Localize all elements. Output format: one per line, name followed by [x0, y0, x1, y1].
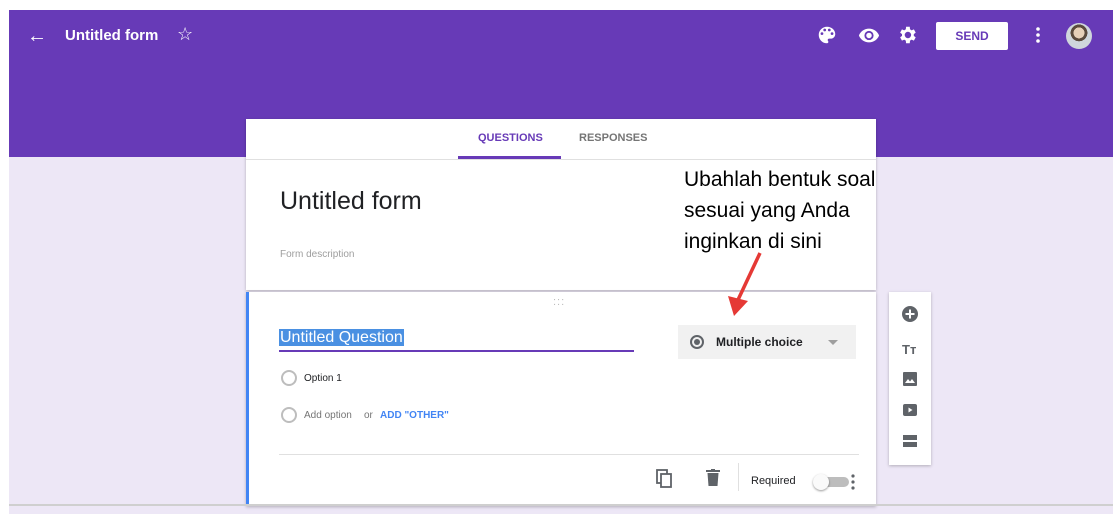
app-title: Untitled form [65, 27, 159, 44]
gear-icon[interactable] [896, 24, 918, 46]
active-card-accent [246, 292, 249, 506]
active-tab-indicator [458, 156, 561, 159]
send-button[interactable]: SEND [936, 22, 1008, 50]
palette-icon[interactable] [816, 24, 838, 46]
footer-separator [738, 463, 739, 491]
tab-bar: QUESTIONS RESPONSES [246, 119, 876, 160]
question-card: ::: Untitled Question Multiple choice Op… [246, 292, 876, 506]
annotation-arrow [728, 252, 762, 316]
radio-button-icon [690, 335, 704, 349]
bottom-rule [9, 504, 1113, 506]
avatar[interactable] [1066, 23, 1092, 49]
annotation-callout: Ubahlah bentuk soal sesuai yang Anda ing… [684, 164, 964, 257]
question-title-text: Untitled Question [279, 329, 404, 346]
form-title[interactable]: Untitled form [280, 187, 422, 216]
image-icon[interactable] [898, 367, 922, 391]
section-icon[interactable] [898, 429, 922, 453]
chevron-down-icon [828, 340, 838, 345]
more-vert-icon[interactable] [1033, 22, 1043, 48]
title-icon[interactable]: Tт [902, 342, 916, 357]
option-label[interactable]: Option 1 [304, 373, 342, 384]
question-type-dropdown[interactable]: Multiple choice [678, 325, 856, 359]
add-option-link[interactable]: Add option [304, 410, 352, 421]
video-icon[interactable] [898, 398, 922, 422]
forms-editor: ← Untitled form ☆ SEND QUESTIONS RESPONS… [9, 10, 1113, 514]
required-label: Required [751, 475, 796, 487]
star-icon[interactable]: ☆ [177, 24, 193, 45]
copy-icon[interactable] [656, 469, 674, 489]
form-description-field[interactable]: Form description [280, 249, 354, 260]
question-title-input[interactable]: Untitled Question [279, 328, 634, 352]
toggle-knob [813, 474, 829, 490]
required-toggle[interactable] [813, 474, 853, 490]
tab-questions[interactable]: QUESTIONS [478, 132, 543, 144]
drag-handle-icon[interactable]: ::: [553, 296, 565, 308]
trash-icon[interactable] [706, 469, 720, 487]
annotation-line: sesuai yang Anda [684, 199, 850, 222]
add-option-radio [281, 407, 297, 423]
back-arrow-icon[interactable]: ← [27, 24, 47, 48]
question-type-label: Multiple choice [716, 335, 803, 349]
tab-responses[interactable]: RESPONSES [579, 132, 647, 144]
add-other-link[interactable]: ADD "OTHER" [380, 410, 449, 421]
side-toolbar: Tт [889, 292, 931, 465]
more-vert-icon[interactable] [849, 472, 857, 492]
option-radio[interactable] [281, 370, 297, 386]
divider [279, 454, 859, 455]
eye-icon[interactable] [858, 24, 880, 46]
or-text: or [364, 410, 373, 421]
annotation-line: Ubahlah bentuk soal [684, 168, 876, 191]
top-crop [0, 0, 1117, 10]
add-circle-icon[interactable] [898, 302, 922, 326]
